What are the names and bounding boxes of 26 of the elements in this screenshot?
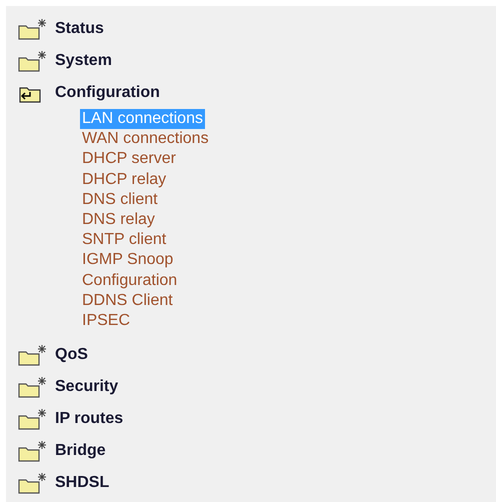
submenu-link[interactable]: DHCP relay <box>80 170 168 190</box>
submenu-link[interactable]: DDNS Client <box>80 290 175 312</box>
submenu-link[interactable]: IGMP Snoop <box>80 250 176 271</box>
folder-sparkle-icon[interactable] <box>18 50 47 72</box>
submenu-link[interactable]: DNS client <box>80 190 160 210</box>
menu-folder-link[interactable]: SHDSL <box>55 471 110 496</box>
submenu-link[interactable]: LAN connections <box>80 109 205 130</box>
folder-sparkle-icon[interactable] <box>18 18 47 40</box>
submenu-link[interactable]: SNTP client <box>80 230 168 250</box>
folder-sparkle-icon[interactable] <box>18 408 47 430</box>
menu-folder-link[interactable]: System <box>55 49 112 73</box>
menu-folder-link[interactable]: Security <box>55 375 118 400</box>
folder-sparkle-icon[interactable] <box>18 440 47 462</box>
menu-folder-link[interactable]: Bridge <box>55 439 106 464</box>
menu-folder-link[interactable]: Configuration <box>55 81 160 105</box>
submenu-link[interactable]: WAN connections <box>80 129 211 150</box>
menu-folder-link[interactable]: IP routes <box>55 407 124 432</box>
menu-folder-link[interactable]: QoS <box>55 343 88 368</box>
folder-sparkle-icon[interactable] <box>18 344 47 366</box>
folder-sparkle-icon[interactable] <box>18 376 47 398</box>
submenu-link[interactable]: DHCP server <box>80 149 178 170</box>
submenu-link[interactable]: DNS relay <box>80 210 157 230</box>
menu-folder-link[interactable]: Status <box>55 17 104 41</box>
submenu-link[interactable]: Configuration <box>80 270 180 291</box>
submenu-link[interactable]: IPSEC <box>80 311 132 332</box>
folder-sparkle-icon[interactable] <box>18 472 47 494</box>
